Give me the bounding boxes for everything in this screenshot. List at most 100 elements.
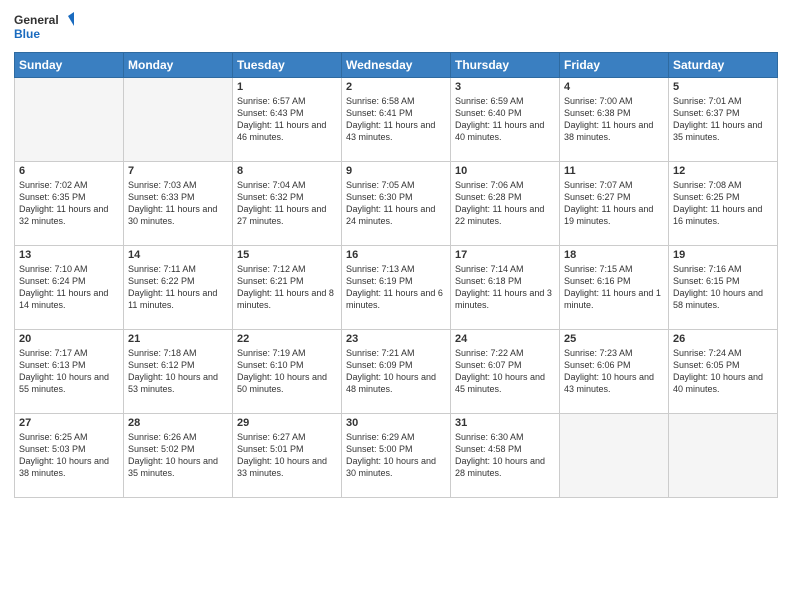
day-number: 22 <box>237 333 337 345</box>
day-number: 23 <box>346 333 446 345</box>
day-info: Sunrise: 7:16 AMSunset: 6:15 PMDaylight:… <box>673 263 773 312</box>
logo: General Blue <box>14 10 74 46</box>
day-number: 2 <box>346 81 446 93</box>
weekday-header-wednesday: Wednesday <box>342 53 451 78</box>
calendar-cell: 27 Sunrise: 6:25 AMSunset: 5:03 PMDayligh… <box>15 414 124 498</box>
day-info: Sunrise: 7:22 AMSunset: 6:07 PMDaylight:… <box>455 347 555 396</box>
day-info: Sunrise: 7:19 AMSunset: 6:10 PMDaylight:… <box>237 347 337 396</box>
day-info: Sunrise: 7:18 AMSunset: 6:12 PMDaylight:… <box>128 347 228 396</box>
calendar-cell: 16 Sunrise: 7:13 AMSunset: 6:19 PMDayligh… <box>342 246 451 330</box>
svg-text:Blue: Blue <box>14 27 40 41</box>
weekday-header-monday: Monday <box>124 53 233 78</box>
logo-svg: General Blue <box>14 10 74 46</box>
calendar-cell <box>124 78 233 162</box>
day-number: 21 <box>128 333 228 345</box>
day-info: Sunrise: 7:11 AMSunset: 6:22 PMDaylight:… <box>128 263 228 312</box>
weekday-header-sunday: Sunday <box>15 53 124 78</box>
day-number: 11 <box>564 165 664 177</box>
calendar-cell <box>560 414 669 498</box>
header: General Blue <box>14 10 778 46</box>
day-number: 20 <box>19 333 119 345</box>
calendar-cell: 31Sunrise: 6:30 AMSunset: 4:58 PMDayligh… <box>451 414 560 498</box>
day-info: Sunrise: 7:24 AMSunset: 6:05 PMDaylight:… <box>673 347 773 396</box>
day-number: 15 <box>237 249 337 261</box>
calendar-cell: 20Sunrise: 7:17 AMSunset: 6:13 PMDayligh… <box>15 330 124 414</box>
week-row-0: 1 Sunrise: 6:57 AMSunset: 6:43 PMDaylight… <box>15 78 778 162</box>
day-number: 19 <box>673 249 773 261</box>
day-info: Sunrise: 7:05 AMSunset: 6:30 PMDaylight:… <box>346 179 446 228</box>
calendar-table: SundayMondayTuesdayWednesdayThursdayFrid… <box>14 52 778 498</box>
calendar-cell: 6 Sunrise: 7:02 AMSunset: 6:35 PMDaylight… <box>15 162 124 246</box>
calendar-cell: 29 Sunrise: 6:27 AMSunset: 5:01 PMDayligh… <box>233 414 342 498</box>
day-info: Sunrise: 6:26 AMSunset: 5:02 PMDaylight:… <box>128 431 228 480</box>
day-number: 29 <box>237 417 337 429</box>
day-info: Sunrise: 7:13 AMSunset: 6:19 PMDaylight:… <box>346 263 446 312</box>
calendar-cell: 24 Sunrise: 7:22 AMSunset: 6:07 PMDayligh… <box>451 330 560 414</box>
day-info: Sunrise: 6:58 AMSunset: 6:41 PMDaylight:… <box>346 95 446 144</box>
day-info: Sunrise: 7:08 AMSunset: 6:25 PMDaylight:… <box>673 179 773 228</box>
day-number: 17 <box>455 249 555 261</box>
day-info: Sunrise: 7:00 AMSunset: 6:38 PMDaylight:… <box>564 95 664 144</box>
day-number: 25 <box>564 333 664 345</box>
day-info: Sunrise: 6:57 AMSunset: 6:43 PMDaylight:… <box>237 95 337 144</box>
weekday-header-saturday: Saturday <box>669 53 778 78</box>
day-number: 8 <box>237 165 337 177</box>
day-number: 26 <box>673 333 773 345</box>
calendar-cell: 9 Sunrise: 7:05 AMSunset: 6:30 PMDaylight… <box>342 162 451 246</box>
day-number: 30 <box>346 417 446 429</box>
day-number: 3 <box>455 81 555 93</box>
day-info: Sunrise: 7:07 AMSunset: 6:27 PMDaylight:… <box>564 179 664 228</box>
day-info: Sunrise: 7:02 AMSunset: 6:35 PMDaylight:… <box>19 179 119 228</box>
week-row-2: 13 Sunrise: 7:10 AMSunset: 6:24 PMDayligh… <box>15 246 778 330</box>
calendar-cell: 28Sunrise: 6:26 AMSunset: 5:02 PMDayligh… <box>124 414 233 498</box>
day-number: 27 <box>19 417 119 429</box>
day-number: 9 <box>346 165 446 177</box>
calendar-cell: 21 Sunrise: 7:18 AMSunset: 6:12 PMDayligh… <box>124 330 233 414</box>
day-info: Sunrise: 7:04 AMSunset: 6:32 PMDaylight:… <box>237 179 337 228</box>
calendar-cell: 18 Sunrise: 7:15 AMSunset: 6:16 PMDayligh… <box>560 246 669 330</box>
svg-text:General: General <box>14 13 59 27</box>
day-number: 14 <box>128 249 228 261</box>
calendar-cell: 15Sunrise: 7:12 AMSunset: 6:21 PMDayligh… <box>233 246 342 330</box>
calendar-cell: 23 Sunrise: 7:21 AMSunset: 6:09 PMDayligh… <box>342 330 451 414</box>
day-info: Sunrise: 6:59 AMSunset: 6:40 PMDaylight:… <box>455 95 555 144</box>
calendar-cell: 25 Sunrise: 7:23 AMSunset: 6:06 PMDayligh… <box>560 330 669 414</box>
day-info: Sunrise: 6:25 AMSunset: 5:03 PMDaylight:… <box>19 431 119 480</box>
day-number: 6 <box>19 165 119 177</box>
calendar-cell: 13 Sunrise: 7:10 AMSunset: 6:24 PMDayligh… <box>15 246 124 330</box>
day-number: 12 <box>673 165 773 177</box>
calendar-cell <box>15 78 124 162</box>
day-info: Sunrise: 7:10 AMSunset: 6:24 PMDaylight:… <box>19 263 119 312</box>
weekday-header-thursday: Thursday <box>451 53 560 78</box>
weekday-header-row: SundayMondayTuesdayWednesdayThursdayFrid… <box>15 53 778 78</box>
calendar-cell: 12 Sunrise: 7:08 AMSunset: 6:25 PMDayligh… <box>669 162 778 246</box>
weekday-header-tuesday: Tuesday <box>233 53 342 78</box>
day-number: 5 <box>673 81 773 93</box>
day-number: 18 <box>564 249 664 261</box>
calendar-cell: 26 Sunrise: 7:24 AMSunset: 6:05 PMDayligh… <box>669 330 778 414</box>
day-info: Sunrise: 7:21 AMSunset: 6:09 PMDaylight:… <box>346 347 446 396</box>
calendar-cell <box>669 414 778 498</box>
calendar-cell: 2 Sunrise: 6:58 AMSunset: 6:41 PMDaylight… <box>342 78 451 162</box>
day-number: 4 <box>564 81 664 93</box>
day-info: Sunrise: 7:15 AMSunset: 6:16 PMDaylight:… <box>564 263 664 312</box>
calendar-cell: 17 Sunrise: 7:14 AMSunset: 6:18 PMDayligh… <box>451 246 560 330</box>
calendar-cell: 3 Sunrise: 6:59 AMSunset: 6:40 PMDaylight… <box>451 78 560 162</box>
calendar-cell: 10Sunrise: 7:06 AMSunset: 6:28 PMDayligh… <box>451 162 560 246</box>
day-number: 13 <box>19 249 119 261</box>
page: General Blue SundayMondayTuesdayWednesda… <box>0 0 792 612</box>
day-info: Sunrise: 6:29 AMSunset: 5:00 PMDaylight:… <box>346 431 446 480</box>
week-row-3: 20Sunrise: 7:17 AMSunset: 6:13 PMDayligh… <box>15 330 778 414</box>
day-info: Sunrise: 7:06 AMSunset: 6:28 PMDaylight:… <box>455 179 555 228</box>
calendar-cell: 1 Sunrise: 6:57 AMSunset: 6:43 PMDaylight… <box>233 78 342 162</box>
calendar-cell: 5Sunrise: 7:01 AMSunset: 6:37 PMDaylight… <box>669 78 778 162</box>
day-info: Sunrise: 6:27 AMSunset: 5:01 PMDaylight:… <box>237 431 337 480</box>
day-info: Sunrise: 7:03 AMSunset: 6:33 PMDaylight:… <box>128 179 228 228</box>
day-info: Sunrise: 7:14 AMSunset: 6:18 PMDaylight:… <box>455 263 555 312</box>
day-number: 16 <box>346 249 446 261</box>
day-number: 7 <box>128 165 228 177</box>
day-number: 24 <box>455 333 555 345</box>
day-number: 1 <box>237 81 337 93</box>
day-info: Sunrise: 7:23 AMSunset: 6:06 PMDaylight:… <box>564 347 664 396</box>
calendar-cell: 7 Sunrise: 7:03 AMSunset: 6:33 PMDaylight… <box>124 162 233 246</box>
